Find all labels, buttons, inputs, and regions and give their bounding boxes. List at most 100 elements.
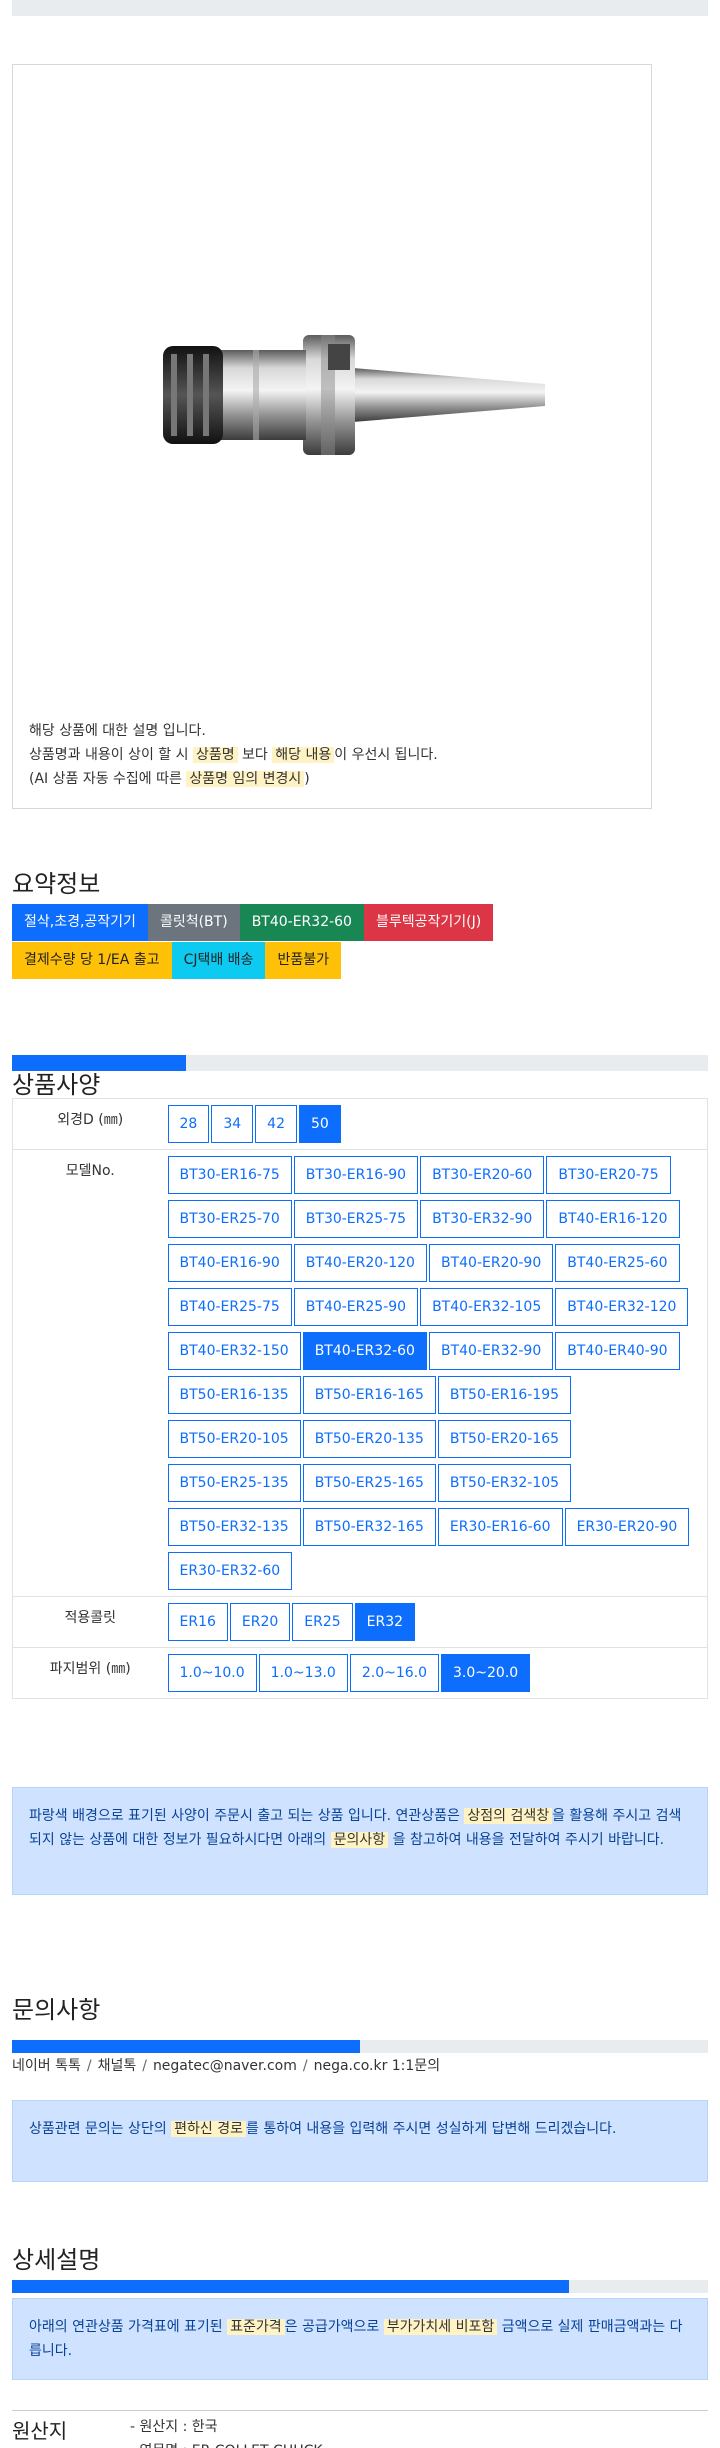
spec-option-button[interactable]: BT50-ER32-165 xyxy=(302,1508,436,1546)
inquiry-link[interactable]: nega.co.kr 1:1문의 xyxy=(314,2058,440,2074)
origin-item: - 원산지 : 한국 xyxy=(130,2419,218,2435)
summary-badge: 콜릿척(BT) xyxy=(147,904,240,941)
spec-option-button[interactable]: ER30-ER32-60 xyxy=(167,1552,293,1590)
spec-option-button[interactable]: BT40-ER20-120 xyxy=(293,1244,427,1282)
summary-badge: 블루텍공작기기(J) xyxy=(363,904,494,941)
spec-option-button[interactable]: BT50-ER20-165 xyxy=(437,1420,572,1458)
spec-option-button[interactable]: BT40-ER25-90 xyxy=(293,1288,419,1326)
spec-option-button[interactable]: BT40-ER32-60 xyxy=(302,1332,427,1370)
image-note-highlight: 상품명 xyxy=(192,747,238,763)
spec-row-label: 적용콜릿 xyxy=(12,1596,168,1648)
summary-badge: 결제수량 당 1/EA 출고 xyxy=(12,942,172,979)
notice-text: 은 공급가액으로 xyxy=(284,2319,380,2335)
spec-option-button[interactable]: 42 xyxy=(255,1105,297,1143)
spec-option-button[interactable]: 1.0~13.0 xyxy=(258,1654,348,1692)
summary-badge: 절삭,초경,공작기기 xyxy=(12,904,148,941)
notice-highlight: 문의사항 xyxy=(330,1832,389,1848)
spec-option-button[interactable]: BT40-ER32-120 xyxy=(555,1288,689,1326)
notice-highlight: 편하신 경로 xyxy=(171,2121,247,2137)
spec-option-button[interactable]: ER30-ER16-60 xyxy=(437,1508,563,1546)
inquiry-link[interactable]: 채널톡 xyxy=(98,2058,137,2074)
image-note-highlight: 해당 내용 xyxy=(272,747,335,763)
summary-badges: 절삭,초경,공작기기 콜릿척(BT) BT40-ER32-60 블루텍공작기기(J) … xyxy=(12,904,712,980)
link-separator: / xyxy=(86,2058,92,2074)
image-note-line3: (AI 상품 자동 수집에 따른 상품명 임의 변경시) xyxy=(29,767,438,791)
spec-row: 파지범위 (㎜) 1.0~10.0 1.0~13.0 2.0~16.0 3.0~20.0 xyxy=(12,1647,708,1699)
spec-option-button[interactable]: BT40-ER25-75 xyxy=(167,1288,292,1326)
spec-option-button[interactable]: BT30-ER20-75 xyxy=(546,1156,671,1194)
spec-option-button[interactable]: ER20 xyxy=(229,1603,291,1641)
spec-option-button[interactable]: BT40-ER32-150 xyxy=(167,1332,301,1370)
spec-option-button[interactable]: 34 xyxy=(211,1105,254,1143)
spec-option-button[interactable]: BT40-ER20-90 xyxy=(428,1244,554,1282)
spec-row-options: BT30-ER16-75 BT30-ER16-90 BT30-ER20-60 BT30… xyxy=(167,1149,708,1597)
spec-option-button[interactable]: ER16 xyxy=(167,1603,228,1641)
origin-label: 원산지 xyxy=(12,2419,68,2443)
spec-row: 외경D (㎜) 28 34 42 50 xyxy=(12,1098,708,1150)
spec-option-button[interactable]: BT40-ER32-105 xyxy=(420,1288,554,1326)
product-image-box: 해당 상품에 대한 설명 입니다. 상품명과 내용이 상이 할 시 상품명 보다… xyxy=(12,64,652,809)
option-group: ER16 ER20 ER25 ER32 xyxy=(167,1601,708,1645)
spec-option-button[interactable]: BT50-ER16-165 xyxy=(302,1376,436,1414)
spec-row-label: 모델No. xyxy=(12,1149,168,1597)
inquiry-links: 네이버 톡톡 / 채널톡 / negatec@naver.com / nega.co.kr … xyxy=(12,2055,440,2075)
spec-option-button[interactable]: BT30-ER16-90 xyxy=(293,1156,419,1194)
spec-option-button[interactable]: BT40-ER25-60 xyxy=(555,1244,680,1282)
origin-item: - 영문명 : ER COLLET CHUCK xyxy=(130,2439,323,2448)
detail-title: 상세설명 xyxy=(12,2246,101,2274)
spec-option-button[interactable]: BT50-ER16-195 xyxy=(437,1376,572,1414)
spec-option-button[interactable]: BT40-ER32-90 xyxy=(428,1332,554,1370)
notice-highlight: 부가가치세 비포함 xyxy=(383,2319,498,2335)
inquiry-link[interactable]: 네이버 톡톡 xyxy=(12,2058,81,2074)
spec-option-button[interactable]: BT30-ER32-90 xyxy=(420,1200,545,1238)
spec-row: 적용콜릿 ER16 ER20 ER25 ER32 xyxy=(12,1596,708,1648)
spec-option-button[interactable]: BT50-ER20-105 xyxy=(167,1420,301,1458)
spec-option-button[interactable]: 50 xyxy=(298,1105,341,1143)
spec-option-button[interactable]: ER30-ER20-90 xyxy=(564,1508,690,1546)
summary-badge: CJ택배 배송 xyxy=(171,942,266,979)
spec-option-button[interactable]: 1.0~10.0 xyxy=(167,1654,257,1692)
image-note-text: (AI 상품 자동 수집에 따른 xyxy=(29,771,182,787)
badge-row: 절삭,초경,공작기기 콜릿척(BT) BT40-ER32-60 블루텍공작기기(J) xyxy=(12,904,712,942)
spec-row-options: 1.0~10.0 1.0~13.0 2.0~16.0 3.0~20.0 xyxy=(167,1647,708,1699)
spec-option-button[interactable]: 28 xyxy=(167,1105,210,1143)
product-image xyxy=(163,335,545,455)
spec-option-button[interactable]: BT50-ER25-135 xyxy=(167,1464,301,1502)
origin-list: - 원산지 : 한국 - 영문명 : ER COLLET CHUCK xyxy=(130,2415,323,2448)
notice-text: 상품관련 문의는 상단의 xyxy=(29,2121,167,2137)
spec-option-button[interactable]: 3.0~20.0 xyxy=(441,1654,531,1692)
link-separator: / xyxy=(302,2058,308,2074)
spec-option-button[interactable]: BT30-ER25-75 xyxy=(293,1200,419,1238)
spec-option-button[interactable]: ER25 xyxy=(292,1603,353,1641)
summary-badge: BT40-ER32-60 xyxy=(239,904,364,941)
notice-highlight: 표준가격 xyxy=(227,2319,285,2335)
image-note-text: ) xyxy=(304,771,310,787)
spec-option-button[interactable]: BT50-ER16-135 xyxy=(167,1376,301,1414)
spec-table: 외경D (㎜) 28 34 42 50 모델No. BT30-ER16-75 BT30-ER1… xyxy=(12,1098,708,1699)
spec-option-button[interactable]: BT50-ER20-135 xyxy=(302,1420,436,1458)
spec-option-button[interactable]: BT30-ER20-60 xyxy=(420,1156,545,1194)
top-bar xyxy=(12,0,708,16)
spec-option-button[interactable]: BT30-ER16-75 xyxy=(167,1156,292,1194)
notice-text: 을 참고하여 내용을 전달하여 주시기 바랍니다. xyxy=(392,1832,665,1848)
inquiry-link[interactable]: negatec@naver.com xyxy=(153,2058,297,2074)
spec-option-button[interactable]: BT40-ER40-90 xyxy=(555,1332,680,1370)
spec-option-button[interactable]: BT40-ER16-90 xyxy=(167,1244,292,1282)
spec-notice: 파랑색 배경으로 표기된 사양이 주문시 출고 되는 상품 입니다. 연관상품은… xyxy=(12,1787,708,1895)
inquiry-progress-bar xyxy=(12,2040,708,2053)
notice-text: 파랑색 배경으로 표기된 사양이 주문시 출고 되는 상품 입니다. 연관상품은 xyxy=(29,1808,460,1824)
spec-option-button[interactable]: BT50-ER32-105 xyxy=(437,1464,572,1502)
spec-option-button[interactable]: 2.0~16.0 xyxy=(349,1654,440,1692)
spec-row-label: 외경D (㎜) xyxy=(12,1098,168,1150)
spec-option-button[interactable]: ER32 xyxy=(354,1603,416,1641)
summary-title: 요약정보 xyxy=(12,870,101,898)
spec-option-button[interactable]: BT50-ER25-165 xyxy=(302,1464,436,1502)
spec-option-button[interactable]: BT30-ER25-70 xyxy=(167,1200,292,1238)
badge-row: 결제수량 당 1/EA 출고 CJ택배 배송 반품불가 xyxy=(12,942,712,980)
notice-text: 를 통하여 내용을 입력해 주시면 성실하게 답변해 드리겠습니다. xyxy=(246,2121,617,2137)
image-note-text: 보다 xyxy=(242,747,268,763)
spec-option-button[interactable]: BT50-ER32-135 xyxy=(167,1508,301,1546)
spec-row-options: ER16 ER20 ER25 ER32 xyxy=(167,1596,708,1648)
spec-option-button[interactable]: BT40-ER16-120 xyxy=(546,1200,680,1238)
origin-section: 원산지 - 원산지 : 한국 - 영문명 : ER COLLET CHUCK xyxy=(12,2410,708,2448)
